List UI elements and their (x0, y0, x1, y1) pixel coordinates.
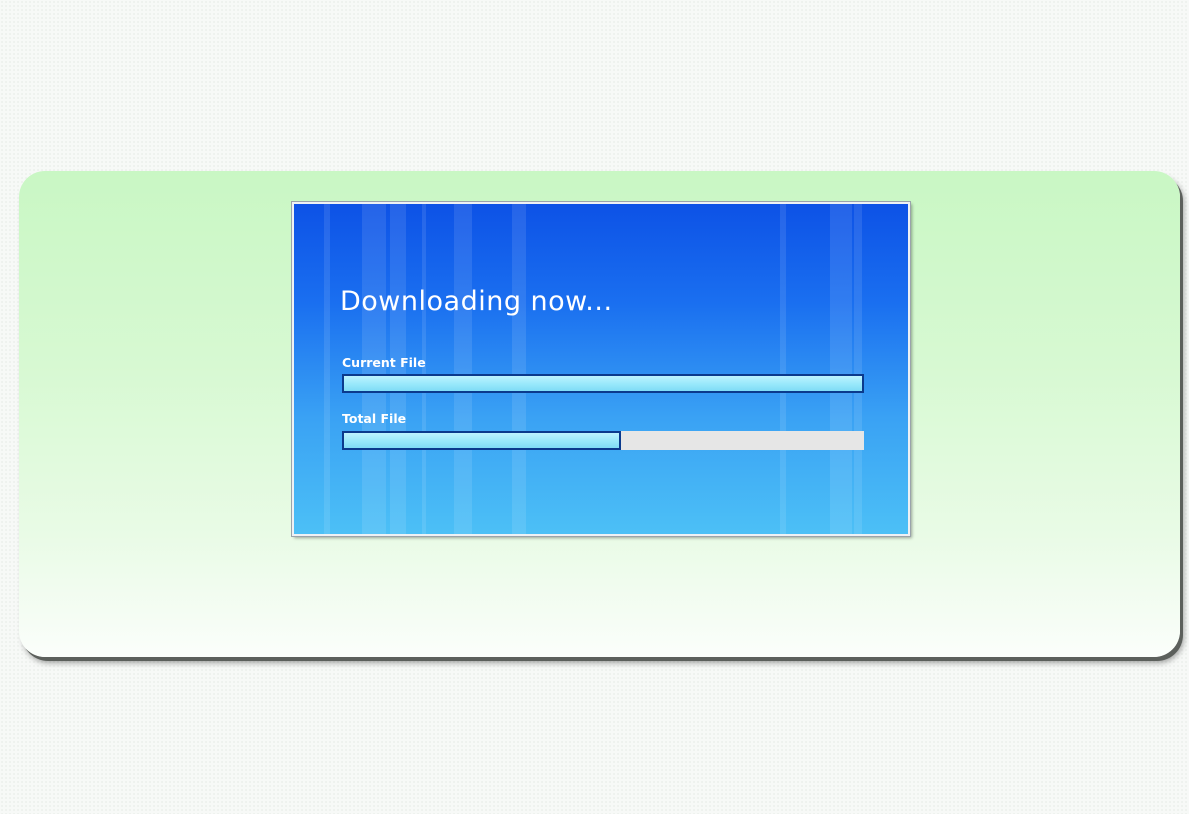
decorative-stripe (324, 204, 330, 534)
dialog-title: Downloading now... (340, 286, 613, 317)
current-file-progress-fill (342, 374, 864, 393)
decorative-stripe (854, 204, 862, 534)
total-file-progress-fill (342, 431, 622, 450)
current-file-label: Current File (342, 355, 426, 370)
download-dialog: Downloading now... Current File Total Fi… (291, 201, 911, 537)
total-file-label: Total File (342, 411, 407, 426)
page: { "dialog": { "title": "Downloading now.… (0, 0, 1189, 814)
decorative-stripe (512, 204, 526, 534)
decorative-stripe (454, 204, 472, 534)
decorative-stripe (780, 204, 786, 534)
current-file-progress-bar (342, 374, 864, 393)
decorative-stripe (830, 204, 852, 534)
total-file-progress-bar (342, 431, 864, 450)
